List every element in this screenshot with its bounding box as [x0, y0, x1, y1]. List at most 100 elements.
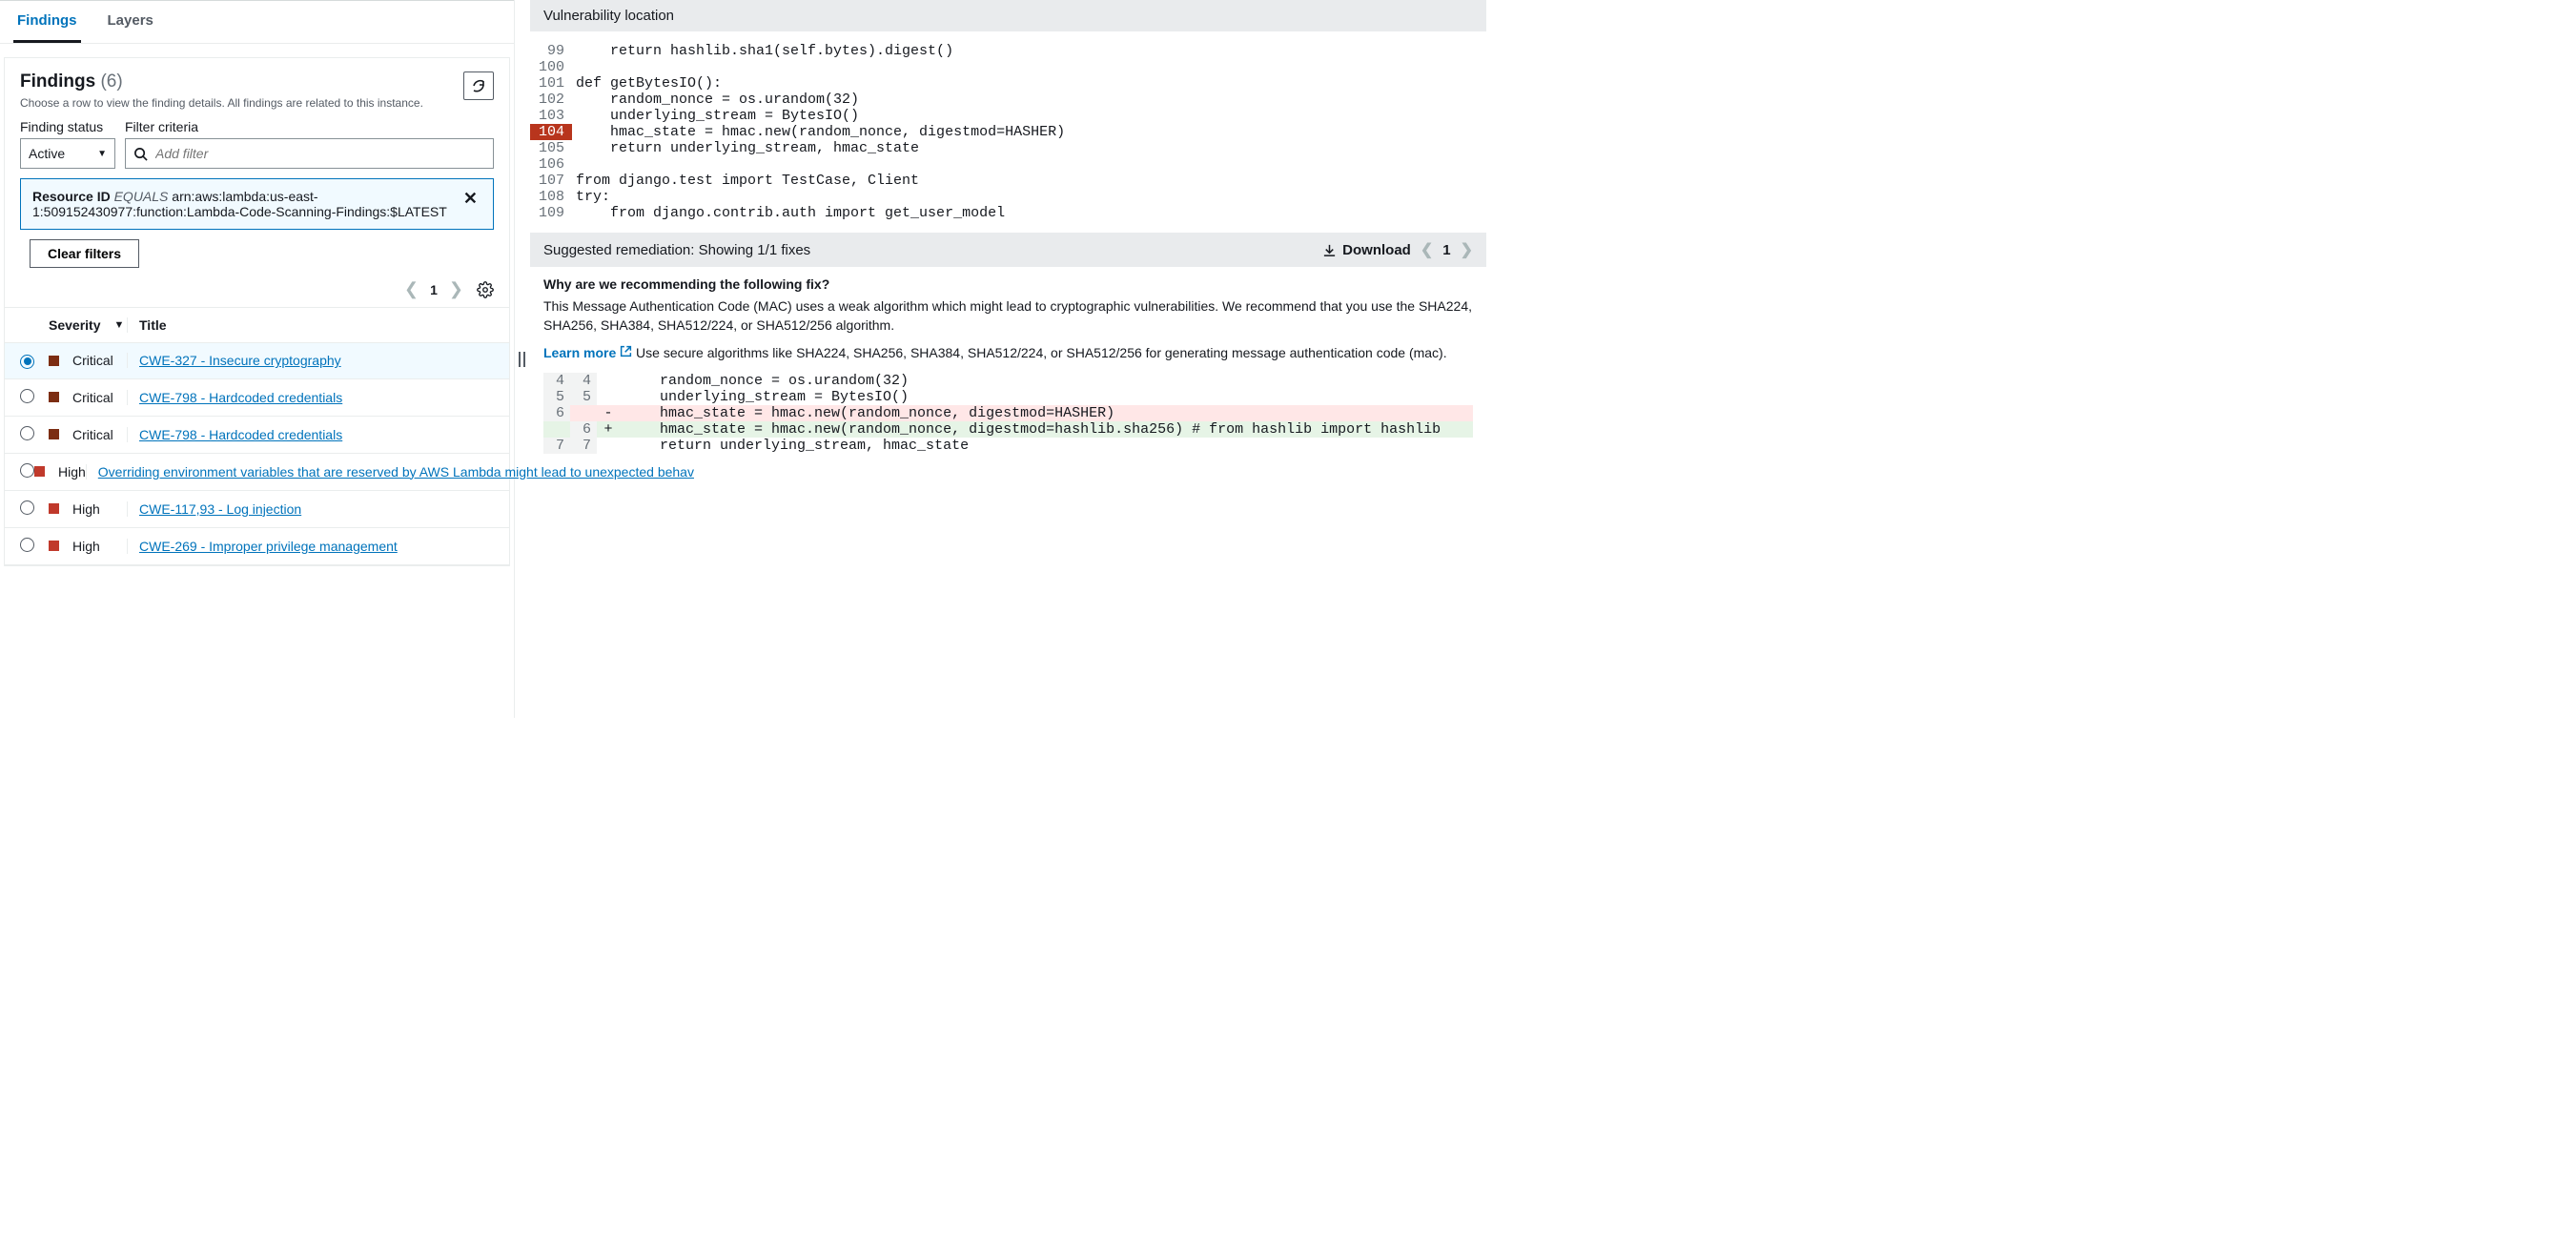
sort-icon: ▼ [113, 319, 124, 331]
diff-sign: - [597, 405, 620, 421]
table-row[interactable]: HighOverriding environment variables tha… [5, 454, 509, 491]
tab-findings[interactable]: Findings [13, 1, 81, 43]
diff-old-lineno: 6 [543, 405, 570, 421]
page-next-icon[interactable]: ❯ [449, 279, 463, 299]
recommendation-question: Why are we recommending the following fi… [543, 276, 1473, 292]
col-severity[interactable]: Severity ▼ [49, 317, 127, 333]
diff-old-lineno [543, 421, 570, 438]
rem-next-icon[interactable]: ❯ [1461, 240, 1473, 259]
code-text: try: [572, 189, 610, 205]
code-line: 108try: [530, 189, 1486, 205]
status-select[interactable]: Active ▼ [20, 138, 115, 169]
severity-icon [49, 429, 59, 439]
pane-resize-handle[interactable] [515, 0, 530, 718]
code-text: random_nonce = os.urandom(32) [572, 92, 859, 108]
filter-input[interactable] [155, 146, 485, 161]
line-number: 106 [530, 156, 572, 173]
diff-new-lineno [570, 405, 597, 421]
line-number: 109 [530, 205, 572, 221]
code-line: 106 [530, 156, 1486, 173]
diff-sign [597, 373, 620, 389]
row-radio[interactable] [20, 389, 34, 403]
table-row[interactable]: Critical CWE-327 - Insecure cryptography [5, 343, 509, 379]
row-radio[interactable] [20, 463, 34, 478]
diff-code: hmac_state = hmac.new(random_nonce, dige… [620, 405, 1473, 421]
refresh-icon [471, 78, 486, 93]
line-number: 107 [530, 173, 572, 189]
finding-title-link[interactable]: CWE-798 - Hardcoded credentials [139, 390, 342, 405]
remediation-header: Suggested remediation: Showing 1/1 fixes… [530, 233, 1486, 267]
drag-handle-icon [519, 350, 526, 369]
settings-button[interactable] [477, 281, 494, 298]
diff-old-lineno: 7 [543, 438, 570, 454]
finding-title-link[interactable]: CWE-327 - Insecure cryptography [139, 353, 341, 368]
finding-title-link[interactable]: CWE-798 - Hardcoded credentials [139, 427, 342, 442]
row-radio[interactable] [20, 538, 34, 552]
severity-label: Critical [72, 427, 113, 442]
row-radio[interactable] [20, 426, 34, 440]
remediation-heading: Suggested remediation: Showing 1/1 fixes [543, 242, 810, 258]
table-row[interactable]: Critical CWE-798 - Hardcoded credentials [5, 379, 509, 417]
line-number: 103 [530, 108, 572, 124]
diff-new-lineno: 4 [570, 373, 597, 389]
table-row[interactable]: Critical CWE-798 - Hardcoded credentials [5, 417, 509, 454]
download-label: Download [1342, 242, 1411, 258]
row-radio[interactable] [20, 500, 34, 515]
severity-label: High [72, 539, 100, 554]
code-line: 104 hmac_state = hmac.new(random_nonce, … [530, 124, 1486, 140]
severity-label: High [58, 464, 86, 480]
finding-title-link[interactable]: CWE-269 - Improper privilege management [139, 539, 398, 554]
severity-icon [34, 466, 45, 477]
code-text: return hashlib.sha1(self.bytes).digest() [572, 43, 953, 59]
code-text: from django.test import TestCase, Client [572, 173, 919, 189]
finding-title-link[interactable]: CWE-117,93 - Log injection [139, 501, 301, 517]
rem-prev-icon[interactable]: ❮ [1421, 240, 1433, 259]
clear-filters-button[interactable]: Clear filters [30, 239, 139, 268]
filter-input-wrap[interactable] [125, 138, 494, 169]
col-title[interactable]: Title [127, 317, 494, 333]
vulnerability-heading: Vulnerability location [543, 8, 674, 24]
chip-label: Resource ID [32, 189, 111, 204]
chevron-down-icon: ▼ [97, 149, 107, 159]
tab-layers[interactable]: Layers [104, 1, 157, 43]
code-text: return underlying_stream, hmac_state [572, 140, 919, 156]
diff-code: underlying_stream = BytesIO() [620, 389, 1473, 405]
status-value: Active [29, 146, 65, 161]
tabs: Findings Layers [0, 1, 514, 44]
diff-sign [597, 389, 620, 405]
filter-label: Filter criteria [125, 119, 494, 134]
refresh-button[interactable] [463, 71, 494, 100]
learn-more-link[interactable]: Learn more [543, 345, 636, 360]
code-text [572, 59, 576, 75]
chip-close-icon[interactable]: ✕ [460, 189, 481, 209]
gear-icon [477, 281, 494, 298]
severity-label: High [72, 501, 100, 517]
row-radio[interactable] [20, 355, 34, 369]
code-text: from django.contrib.auth import get_user… [572, 205, 1005, 221]
col-severity-label: Severity [49, 317, 100, 333]
panel-title-text: Findings [20, 71, 95, 92]
table-row[interactable]: High CWE-117,93 - Log injection [5, 491, 509, 528]
severity-label: Critical [72, 353, 113, 368]
code-line: 103 underlying_stream = BytesIO() [530, 108, 1486, 124]
diff-new-lineno: 5 [570, 389, 597, 405]
code-line: 105 return underlying_stream, hmac_state [530, 140, 1486, 156]
severity-cell: Critical [49, 353, 127, 368]
code-line: 107from django.test import TestCase, Cli… [530, 173, 1486, 189]
severity-label: Critical [72, 390, 113, 405]
code-line: 99 return hashlib.sha1(self.bytes).diges… [530, 43, 1486, 59]
recommendation-body: Why are we recommending the following fi… [530, 267, 1486, 463]
diff-old-lineno: 5 [543, 389, 570, 405]
recommendation-explain: This Message Authentication Code (MAC) u… [543, 297, 1473, 335]
line-number: 104 [530, 124, 572, 140]
line-number: 101 [530, 75, 572, 92]
download-button[interactable]: Download [1322, 242, 1411, 258]
recommendation-tail: Use secure algorithms like SHA224, SHA25… [636, 345, 1447, 360]
line-number: 102 [530, 92, 572, 108]
page-prev-icon[interactable]: ❮ [404, 279, 419, 299]
table-row[interactable]: High CWE-269 - Improper privilege managem… [5, 528, 509, 565]
download-icon [1322, 243, 1337, 257]
diff-code: return underlying_stream, hmac_state [620, 438, 1473, 454]
code-line: 102 random_nonce = os.urandom(32) [530, 92, 1486, 108]
findings-table: Severity ▼ Title Critical CWE-327 - Insec… [5, 307, 509, 565]
